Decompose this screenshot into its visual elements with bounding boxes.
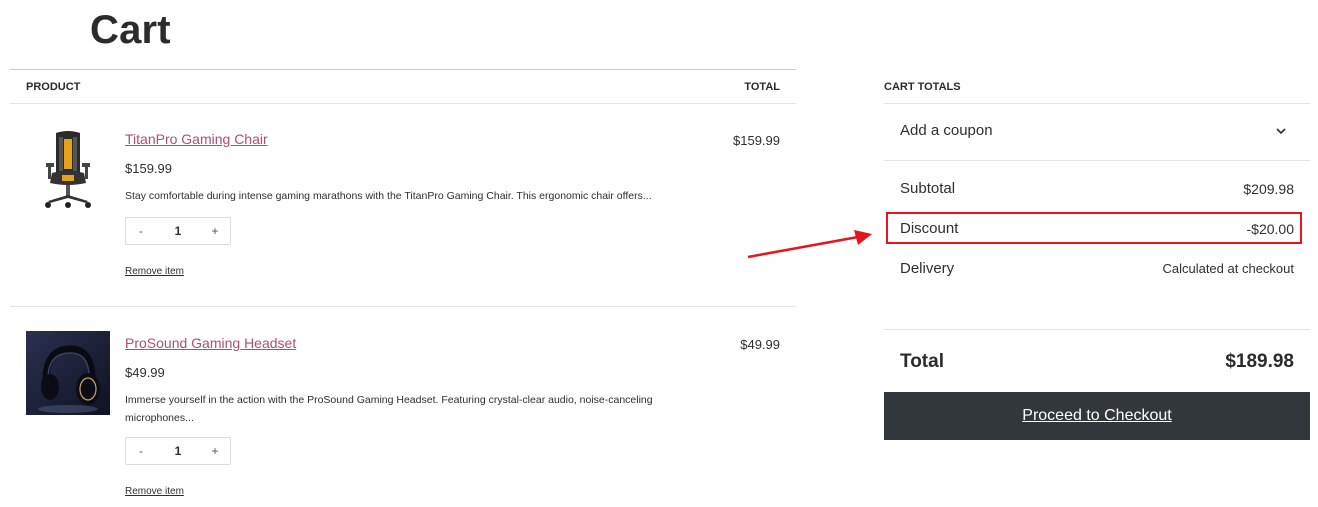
decrease-quantity-button[interactable]: -	[126, 444, 156, 458]
subtotal-label: Subtotal	[900, 180, 956, 197]
add-coupon-label: Add a coupon	[900, 122, 993, 139]
discount-highlight-box	[886, 212, 1302, 244]
delivery-value: Calculated at checkout	[1162, 261, 1294, 276]
quantity-input[interactable]: 1	[175, 224, 182, 238]
total-column-header: TOTAL	[744, 81, 780, 93]
page-title: Cart	[90, 8, 171, 52]
item-description: Immerse yourself in the action with the …	[125, 394, 653, 424]
cart-items-table: PRODUCT TOTAL TitanPro Gaming Chair $159…	[10, 69, 796, 497]
cart-item-row: TitanPro Gaming Chair $159.99 Stay comfo…	[10, 103, 796, 307]
cart-totals-title: CART TOTALS	[884, 81, 961, 93]
remove-item-link[interactable]: Remove item	[125, 266, 184, 277]
line-total: $159.99	[733, 133, 780, 148]
item-unit-price: $159.99	[125, 161, 172, 176]
table-header: PRODUCT TOTAL	[10, 69, 796, 104]
total-value: $189.98	[1225, 351, 1294, 372]
gaming-chair-image[interactable]	[26, 127, 110, 211]
chevron-down-icon	[1276, 127, 1286, 134]
headset-image[interactable]	[26, 331, 110, 415]
total-label: Total	[900, 351, 944, 372]
subtotal-value: $209.98	[1243, 180, 1294, 197]
add-coupon-toggle[interactable]: Add a coupon	[900, 122, 1294, 139]
item-description: Stay comfortable during intense gaming m…	[125, 190, 652, 202]
quantity-stepper: - 1 +	[125, 217, 231, 245]
delivery-row: Delivery Calculated at checkout	[900, 260, 1294, 277]
increase-quantity-button[interactable]: +	[200, 224, 230, 238]
remove-item-link[interactable]: Remove item	[125, 486, 184, 497]
increase-quantity-button[interactable]: +	[200, 444, 230, 458]
annotation-arrow-icon	[747, 230, 872, 259]
delivery-label: Delivery	[900, 260, 955, 277]
divider	[884, 103, 1310, 104]
line-total: $49.99	[740, 337, 780, 352]
divider	[884, 160, 1310, 161]
product-column-header: PRODUCT	[26, 81, 81, 93]
item-unit-price: $49.99	[125, 365, 165, 380]
product-link-titanpro-chair[interactable]: TitanPro Gaming Chair	[125, 131, 268, 147]
product-link-prosound-headset[interactable]: ProSound Gaming Headset	[125, 335, 296, 351]
proceed-to-checkout-button[interactable]: Proceed to Checkout	[884, 392, 1310, 440]
cart-item-row: ProSound Gaming Headset $49.99 Immerse y…	[10, 307, 796, 507]
quantity-stepper: - 1 +	[125, 437, 231, 465]
divider	[884, 329, 1310, 330]
quantity-input[interactable]: 1	[175, 444, 182, 458]
grand-total-row: Total $189.98	[900, 351, 1294, 373]
subtotal-row: Subtotal $209.98	[900, 180, 1294, 197]
decrease-quantity-button[interactable]: -	[126, 224, 156, 238]
